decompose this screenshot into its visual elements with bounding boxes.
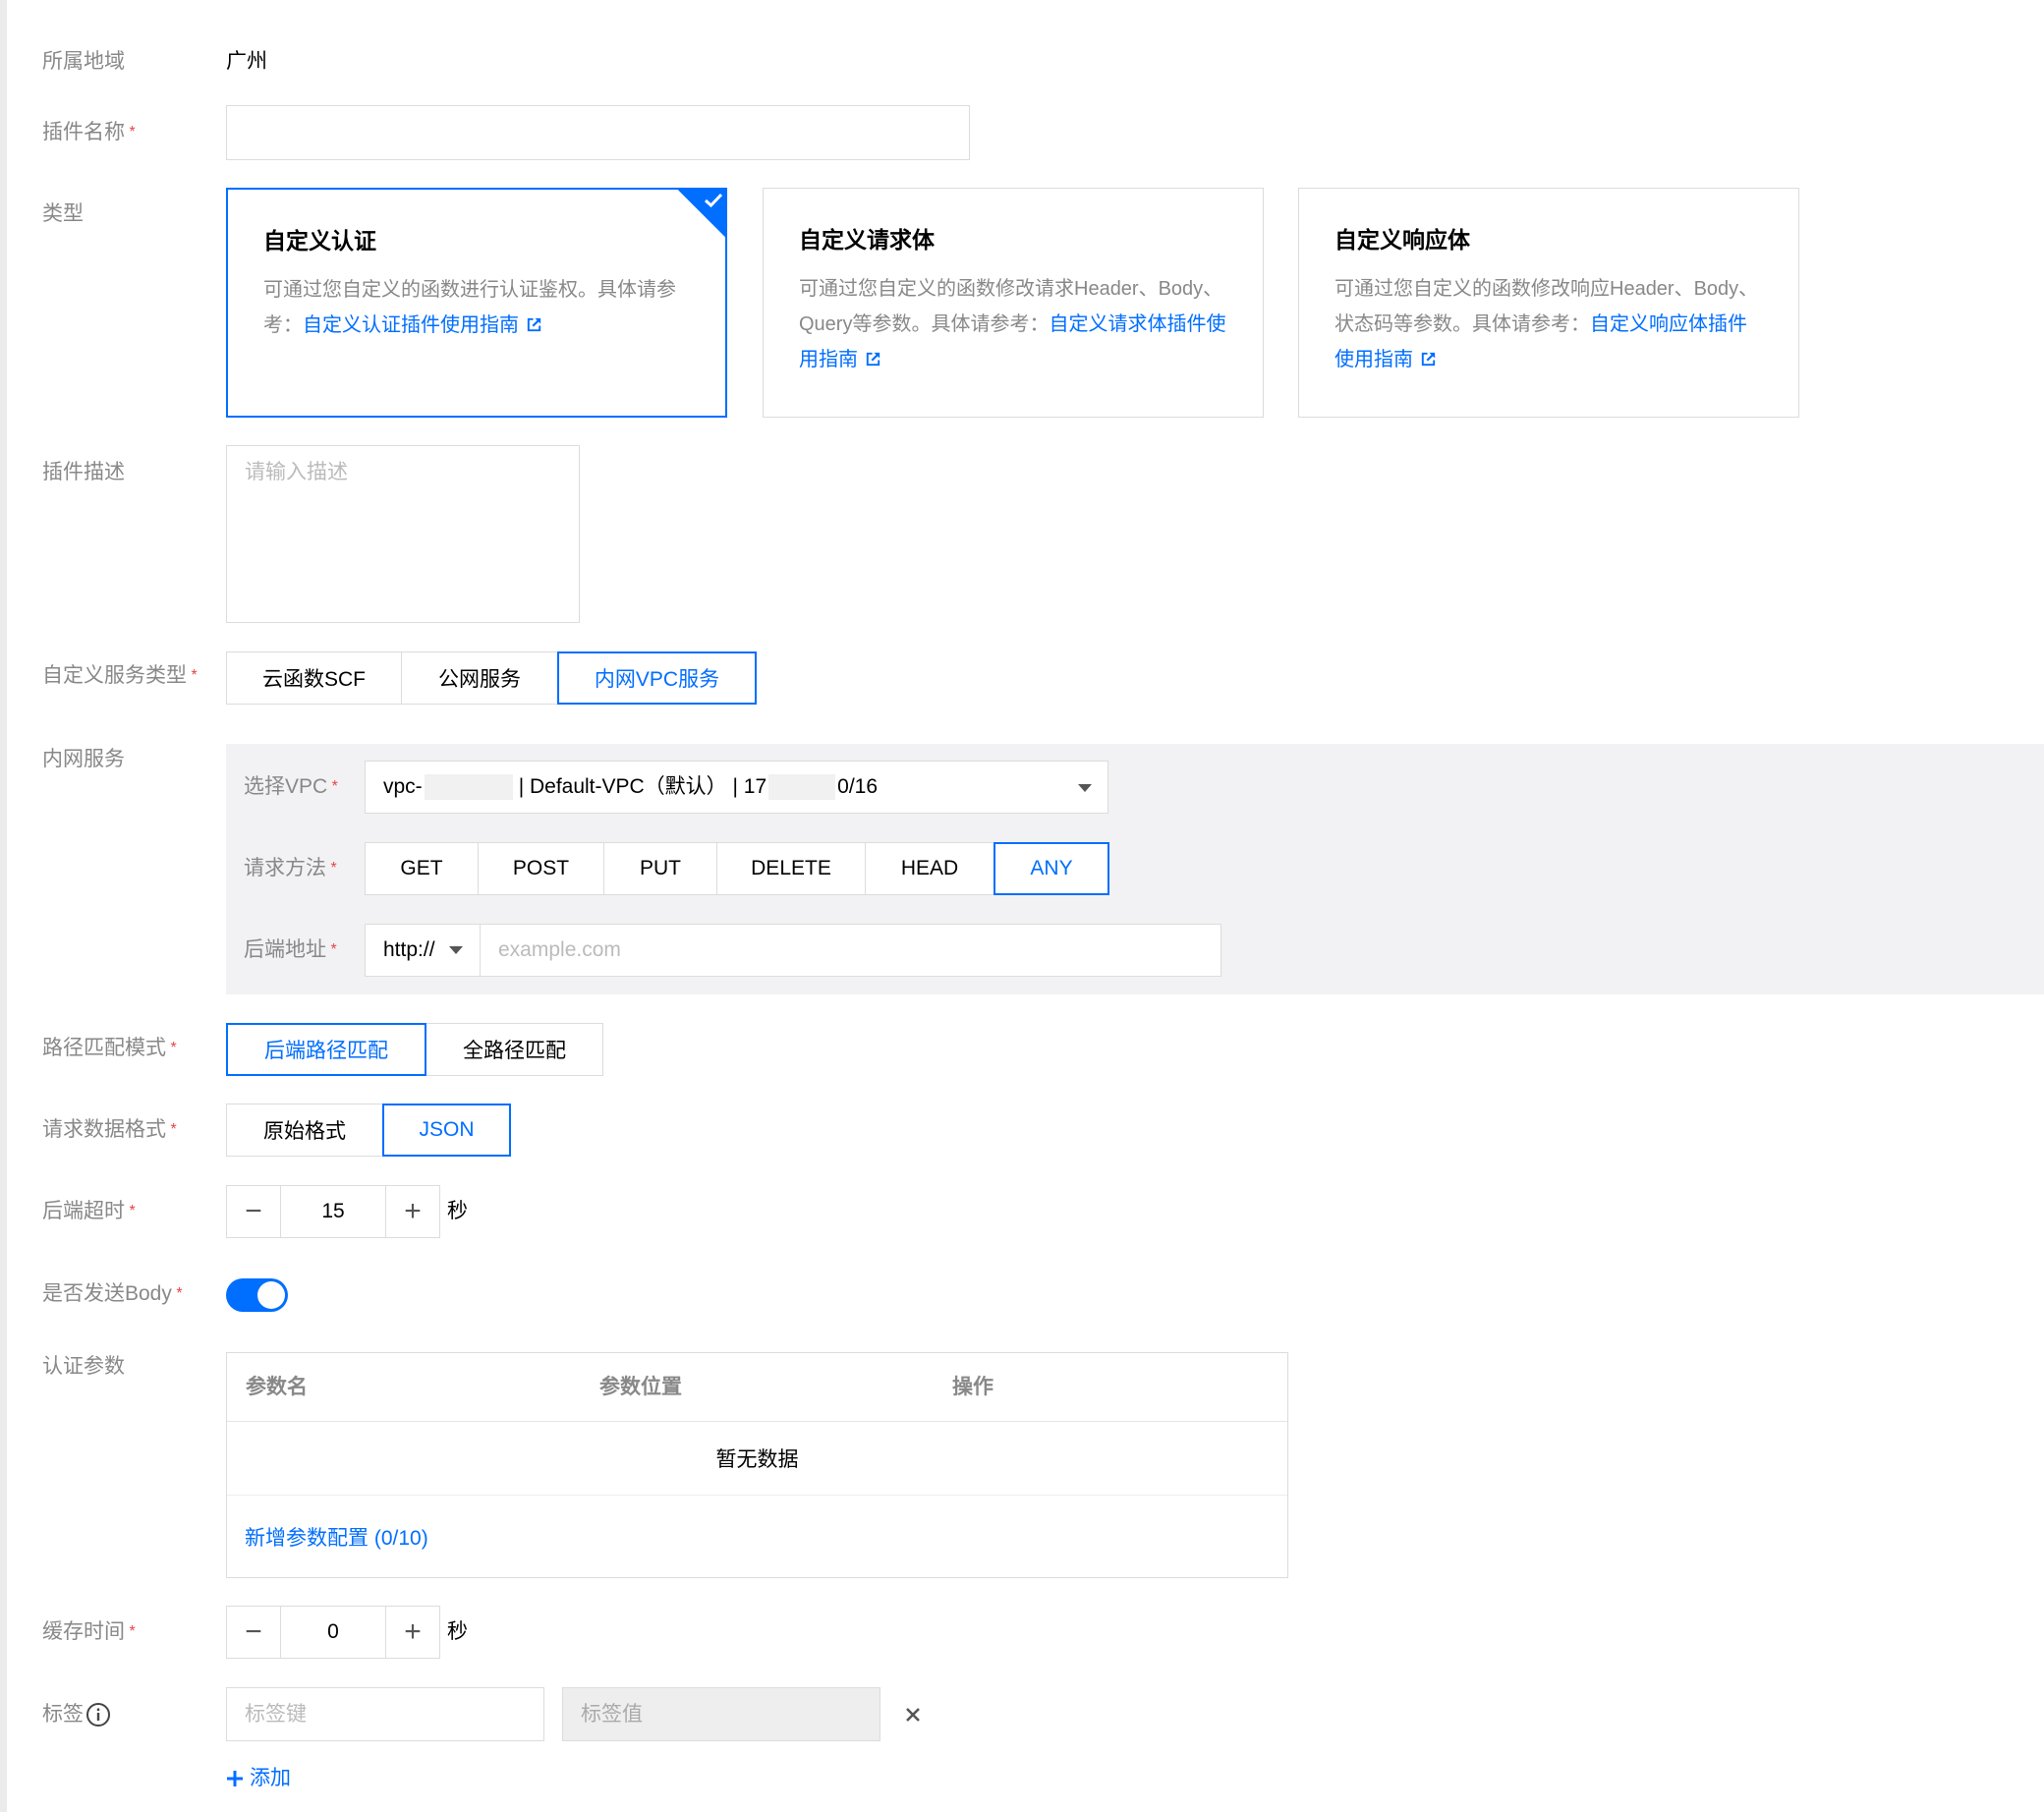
minus-icon[interactable]: −	[227, 1186, 280, 1237]
path-match-segmented: 后端路径匹配 全路径匹配	[226, 1023, 603, 1076]
service-type-scf[interactable]: 云函数SCF	[226, 651, 402, 705]
protocol-select[interactable]: http://	[365, 924, 481, 977]
auth-params-label: 认证参数	[42, 1355, 125, 1378]
empty-state: 暂无数据	[227, 1422, 1287, 1496]
path-match-backend[interactable]: 后端路径匹配	[226, 1023, 426, 1076]
method-label: 请求方法	[244, 854, 337, 883]
external-link-icon	[527, 317, 541, 332]
card-title: 自定义请求体	[799, 227, 935, 253]
vpc-service-label: 内网服务	[42, 748, 125, 770]
timeout-label: 后端超时	[42, 1197, 136, 1226]
service-type-public[interactable]: 公网服务	[401, 651, 558, 705]
path-match-full[interactable]: 全路径匹配	[426, 1023, 603, 1076]
chevron-down-icon	[1078, 784, 1092, 792]
method-head[interactable]: HEAD	[865, 842, 994, 895]
timeout-value[interactable]: 15	[280, 1186, 386, 1237]
method-get[interactable]: GET	[365, 842, 479, 895]
tag-value-input[interactable]: 标签值	[562, 1687, 880, 1741]
vpc-service-panel: 选择VPC vpc- | Default-VPC（默认） | 17 0/16 请…	[226, 744, 2044, 994]
card-desc: 可通过您自定义的函数修改请求Header、Body、Query等参数。具体请参考…	[799, 278, 1226, 370]
redacted-block	[768, 774, 836, 800]
plugin-desc-textarea[interactable]: 请输入描述	[226, 445, 580, 623]
plugin-desc-label: 插件描述	[42, 461, 125, 483]
info-icon[interactable]	[85, 1702, 111, 1727]
type-card-custom-response[interactable]: 自定义响应体 可通过您自定义的函数修改响应Header、Body、状态码等参数。…	[1298, 188, 1799, 418]
method-any[interactable]: ANY	[994, 842, 1109, 895]
method-post[interactable]: POST	[478, 842, 604, 895]
cache-time-label: 缓存时间	[42, 1617, 136, 1647]
add-param-link[interactable]: 新增参数配置 (0/10)	[245, 1522, 428, 1552]
column-param-position: 参数位置	[599, 1376, 682, 1398]
type-card-custom-auth[interactable]: 自定义认证 可通过您自定义的函数进行认证鉴权。具体请参考：自定义认证插件使用指南	[226, 188, 727, 418]
external-link-icon	[1421, 352, 1436, 367]
table-header: 参数名 参数位置 操作	[227, 1353, 1287, 1422]
card-title: 自定义响应体	[1334, 227, 1470, 253]
cache-time-value[interactable]: 0	[280, 1607, 386, 1658]
backend-address-label: 后端地址	[244, 935, 337, 965]
path-match-label: 路径匹配模式	[42, 1034, 177, 1063]
method-delete[interactable]: DELETE	[716, 842, 866, 895]
plus-icon[interactable]: +	[386, 1186, 439, 1237]
card-title: 自定义认证	[263, 228, 376, 254]
plugin-name-input[interactable]	[226, 105, 970, 160]
service-type-label: 自定义服务类型	[42, 661, 198, 691]
method-put[interactable]: PUT	[603, 842, 717, 895]
card-desc: 可通过您自定义的函数进行认证鉴权。具体请参考：自定义认证插件使用指南	[263, 279, 676, 336]
vpc-select[interactable]: vpc- | Default-VPC（默认） | 17 0/16	[365, 761, 1108, 814]
timeout-unit: 秒	[447, 1200, 468, 1222]
service-type-segmented: 云函数SCF 公网服务 内网VPC服务	[226, 651, 757, 705]
cache-time-stepper: − 0 +	[226, 1606, 440, 1659]
column-param-name: 参数名	[246, 1376, 308, 1398]
redacted-block	[424, 774, 513, 800]
type-card-custom-request[interactable]: 自定义请求体 可通过您自定义的函数修改请求Header、Body、Query等参…	[763, 188, 1264, 418]
send-body-label: 是否发送Body	[42, 1279, 183, 1309]
cache-time-unit: 秒	[447, 1620, 468, 1643]
type-label: 类型	[42, 202, 84, 225]
card-guide-link[interactable]: 自定义认证插件使用指南	[303, 314, 519, 336]
timeout-stepper: − 15 +	[226, 1185, 440, 1238]
card-desc: 可通过您自定义的函数修改响应Header、Body、状态码等参数。具体请参考：自…	[1334, 278, 1759, 370]
auth-params-table: 参数名 参数位置 操作 暂无数据 新增参数配置 (0/10)	[226, 1352, 1288, 1578]
tags-label: 标签	[42, 1700, 111, 1729]
vpc-select-label: 选择VPC	[244, 772, 338, 802]
selected-check-icon	[676, 188, 727, 239]
plugin-name-label: 插件名称	[42, 118, 136, 147]
minus-icon[interactable]: −	[227, 1607, 280, 1658]
method-segmented: GET POST PUT DELETE HEAD ANY	[365, 842, 1109, 895]
plus-icon[interactable]: +	[386, 1607, 439, 1658]
send-body-toggle[interactable]	[226, 1278, 288, 1312]
external-link-icon	[866, 352, 880, 367]
add-tag-button[interactable]: 添加	[226, 1764, 291, 1793]
data-format-raw[interactable]: 原始格式	[226, 1104, 383, 1157]
data-format-json[interactable]: JSON	[382, 1104, 511, 1157]
chevron-down-icon	[448, 946, 463, 954]
backend-address-input[interactable]: example.com	[480, 924, 1221, 977]
close-icon[interactable]	[904, 1706, 922, 1724]
data-format-segmented: 原始格式 JSON	[226, 1104, 511, 1157]
service-type-vpc[interactable]: 内网VPC服务	[557, 651, 757, 705]
plus-icon	[227, 1771, 243, 1786]
region-label: 所属地域	[42, 50, 125, 73]
tag-key-input[interactable]: 标签键	[226, 1687, 544, 1741]
toggle-knob	[257, 1281, 285, 1309]
data-format-label: 请求数据格式	[42, 1115, 177, 1145]
column-actions: 操作	[952, 1376, 994, 1398]
region-value: 广州	[226, 50, 267, 73]
window-edge	[0, 0, 7, 1812]
